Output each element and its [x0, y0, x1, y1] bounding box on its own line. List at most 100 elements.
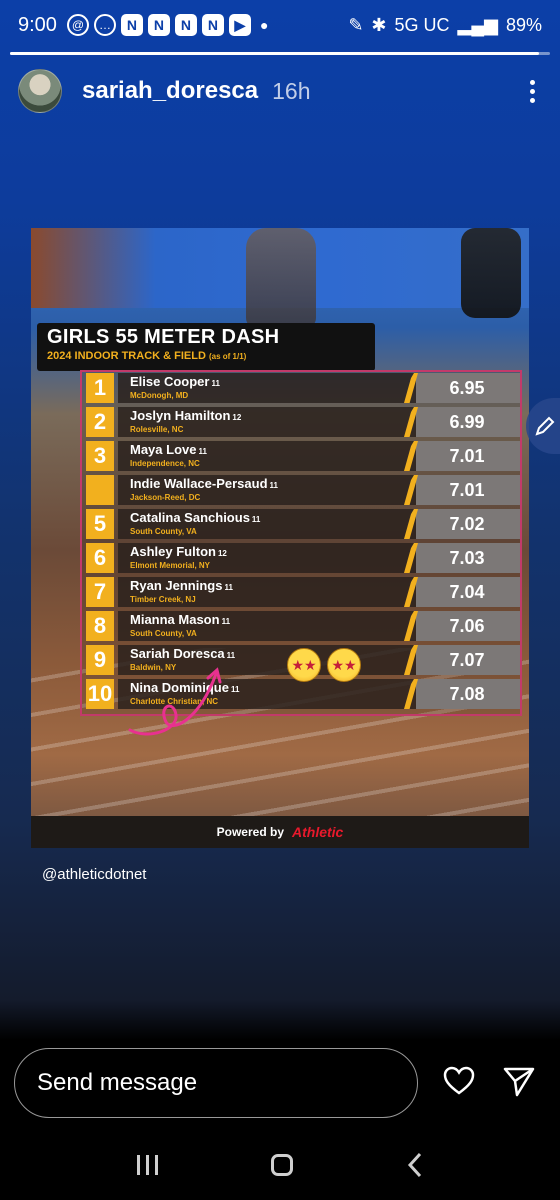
heart-icon[interactable]: [442, 1064, 476, 1098]
athlete-name: Sariah Doresca: [130, 646, 225, 661]
athlete-name: Catalina Sanchious: [130, 510, 250, 525]
home-icon[interactable]: [271, 1154, 294, 1176]
time-cell: 7.03: [396, 543, 520, 573]
time-cell: 7.08: [396, 679, 520, 709]
athlete-school: South County, VA: [130, 629, 197, 638]
race-time: 7.02: [449, 513, 485, 534]
story-progress-bar: [10, 52, 550, 55]
rank-number: 10: [86, 679, 114, 709]
race-time: 7.03: [449, 547, 485, 568]
athlete-name: Elise Cooper: [130, 374, 210, 389]
athlete-cell: Elise Cooper 11 McDonogh, MD: [118, 373, 418, 403]
athlete-cell: Ashley Fulton 12 Elmont Memorial, NY: [118, 543, 418, 573]
pink-arrow-doodle-icon: [128, 667, 222, 736]
time-cell: 6.95: [396, 373, 520, 403]
rank-number: 6: [86, 543, 114, 573]
rankings-title-box: GIRLS 55 METER DASH 2024 INDOOR TRACK & …: [37, 323, 375, 371]
bluetooth-icon: ✱: [371, 14, 387, 35]
network-label: 5G UC: [394, 14, 450, 35]
background-athlete: [246, 228, 316, 328]
battery-label: 89%: [505, 14, 542, 35]
athlete-grade: 11: [221, 617, 231, 626]
ranking-row: 1 Elise Cooper 11 McDonogh, MD 6.95: [86, 373, 520, 403]
race-time: 7.08: [449, 683, 485, 704]
athlete-grade: 11: [226, 651, 236, 660]
star-struck-emoji-icon: ★★: [327, 648, 361, 682]
recent-apps-icon[interactable]: [136, 1155, 158, 1175]
time-cell: 7.06: [396, 611, 520, 641]
athlete-name: Ashley Fulton: [130, 544, 216, 559]
race-time: 7.01: [449, 479, 485, 500]
athlete-grade: 12: [217, 549, 227, 558]
signal-icon: ▂▄▆: [457, 14, 498, 35]
athlete-grade: 12: [232, 413, 242, 422]
username[interactable]: sariah_doresca: [82, 77, 258, 105]
athlete-cell: Joslyn Hamilton 12 Rolesville, NC: [118, 407, 418, 437]
rank-number: [86, 475, 114, 505]
time-ago: 16h: [272, 77, 311, 104]
ranking-row: 8 Mianna Mason 11 South County, VA 7.06: [86, 611, 520, 641]
system-nav-bar: [0, 1130, 560, 1200]
status-time: 9:00: [18, 13, 57, 36]
athlete-cell: Maya Love 11 Independence, NC: [118, 441, 418, 471]
ranking-row: Indie Wallace-Persaud 11 Jackson-Reed, DC 7…: [86, 475, 520, 505]
ranking-row: 6 Ashley Fulton 12 Elmont Memorial, NY 7.03: [86, 543, 520, 573]
ranking-row: 7 Ryan Jennings 11 Timber Creek, NJ 7.04: [86, 577, 520, 607]
chat-icon: …: [93, 14, 116, 36]
race-time: 6.99: [449, 411, 485, 432]
source-credit[interactable]: @athleticdotnet: [42, 866, 146, 883]
athlete-grade: 11: [198, 447, 207, 456]
ranking-row: 3 Maya Love 11 Independence, NC 7.01: [86, 441, 520, 471]
athlete-cell: Ryan Jennings 11 Timber Creek, NJ: [118, 577, 418, 607]
rankings-subtitle-note: (as of 1/1): [208, 352, 247, 361]
story-progress-fill: [10, 52, 540, 55]
threads-icon: @: [66, 14, 89, 36]
back-icon[interactable]: [407, 1152, 423, 1178]
star-struck-emoji-icon: ★★: [287, 648, 321, 682]
app-notification-icon: N: [120, 14, 143, 36]
athlete-cell: Catalina Sanchious 11 South County, VA: [118, 509, 418, 539]
rank-number: 7: [86, 577, 114, 607]
athlete-school: Rolesville, NC: [130, 425, 184, 434]
athlete-name: Joslyn Hamilton: [130, 408, 231, 423]
pencil-status-icon: ✎: [348, 14, 364, 35]
app-notification-icon: N: [174, 14, 197, 36]
rank-number: 3: [86, 441, 114, 471]
card-footer: Powered by Athletic: [31, 816, 529, 848]
athlete-school: Jackson-Reed, DC: [130, 493, 201, 502]
athlete-school: McDonogh, MD: [130, 391, 189, 400]
story-card: GIRLS 55 METER DASH 2024 INDOOR TRACK & …: [31, 228, 529, 848]
status-bar: 9:00 @ … N N N N ▶ ● ✎ ✱ 5G UC ▂▄▆ 89%: [0, 0, 560, 50]
pencil-icon: [535, 416, 555, 436]
rank-number: 2: [86, 407, 114, 437]
race-time: 7.07: [449, 649, 485, 670]
rank-number: 5: [86, 509, 114, 539]
athlete-school: South County, VA: [130, 527, 197, 536]
rank-number: 9: [86, 645, 114, 675]
time-cell: 7.01: [396, 475, 520, 505]
edit-pencil-button[interactable]: [526, 398, 560, 454]
athlete-grade: 11: [211, 379, 220, 388]
notification-icons: @ … N N N N ▶ ●: [66, 14, 269, 36]
race-time: 6.95: [449, 377, 485, 398]
athlete-cell: Indie Wallace-Persaud 11 Jackson-Reed, DC: [118, 475, 418, 505]
time-cell: 7.02: [396, 509, 520, 539]
athlete-grade: 11: [251, 515, 261, 524]
time-cell: 6.99: [396, 407, 520, 437]
more-notifications-dot-icon: ●: [259, 17, 269, 33]
more-vertical-icon[interactable]: [522, 79, 542, 103]
send-icon[interactable]: [502, 1064, 536, 1098]
race-time: 7.06: [449, 615, 485, 636]
athlete-school: Timber Creek, NJ: [130, 595, 196, 604]
youtube-icon: ▶: [228, 14, 251, 36]
status-right: ✎ ✱ 5G UC ▂▄▆ 89%: [348, 15, 542, 36]
race-time: 7.01: [449, 445, 485, 466]
avatar[interactable]: [18, 69, 62, 113]
athlete-grade: 11: [224, 583, 233, 592]
time-cell: 7.07: [396, 645, 520, 675]
time-cell: 7.04: [396, 577, 520, 607]
rankings-title: GIRLS 55 METER DASH: [47, 326, 280, 348]
ranking-row: 2 Joslyn Hamilton 12 Rolesville, NC 6.99: [86, 407, 520, 437]
send-message-input[interactable]: Send message: [14, 1048, 418, 1118]
athlete-grade: 11: [269, 481, 278, 490]
